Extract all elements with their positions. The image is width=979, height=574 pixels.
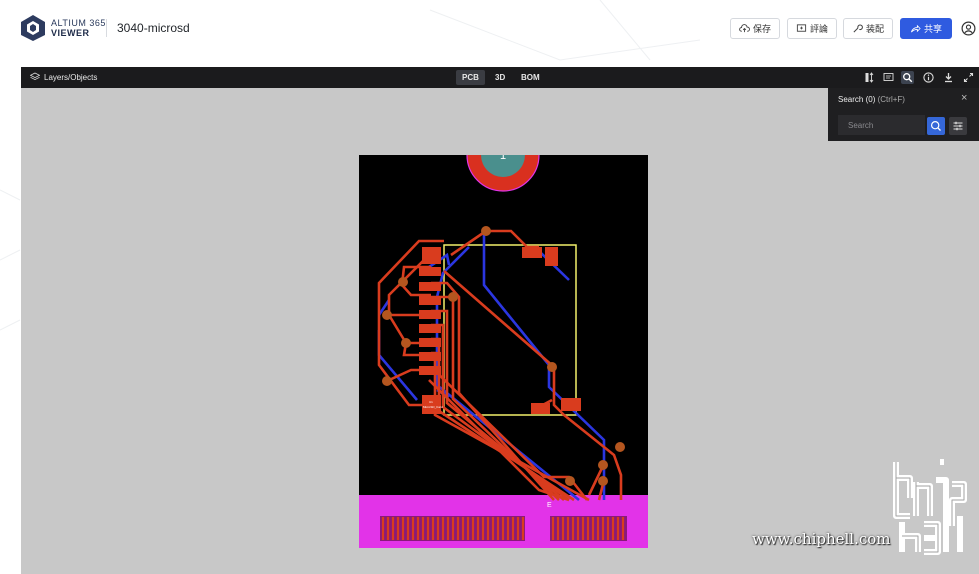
assembly-button-label: 装配 [865,24,884,34]
designator-label-1: U1 [429,400,433,404]
search-shortcut-hint: (Ctrl+F) [877,95,905,104]
save-button-label: 保存 [752,24,771,34]
brand-line-1: ALTIUM 365 [51,18,106,28]
altium-logo-icon [21,15,45,41]
search-submit-button[interactable] [927,117,945,135]
viewer-toolbar: Layers/Objects PCB 3D BOM [21,67,979,88]
save-button[interactable]: 保存 [730,18,780,39]
share-button-label: 共享 [923,24,942,34]
app-header: ALTIUM 365 VIEWER 3040-microsd 保存 評論 装配 … [0,0,979,58]
tab-bom[interactable]: BOM [515,70,546,85]
compare-icon[interactable] [863,71,876,84]
comment-icon [796,24,807,32]
comments-panel-icon[interactable] [882,71,895,84]
comment-marker-label: 1 [500,155,506,162]
download-icon[interactable] [942,71,955,84]
brand[interactable]: ALTIUM 365 VIEWER [20,14,106,42]
search-panel: Search (0) (Ctrl+F) × [828,88,979,141]
search-filter-button[interactable] [949,117,967,135]
watermark-text: www.chiphell.com [752,530,891,548]
comment-button-label: 評論 [809,24,828,34]
cloud-upload-icon [739,24,750,33]
edge-label: E [547,502,552,509]
layers-objects-button[interactable]: Layers/Objects [30,72,97,82]
search-input[interactable] [838,115,925,135]
designator-label-2: MicroSD_Card [423,405,443,409]
fullscreen-icon[interactable] [962,71,975,84]
search-panel-title: Search (0) (Ctrl+F) [838,95,905,104]
search-icon [930,120,941,131]
layers-icon [30,72,40,81]
brand-line-2: VIEWER [51,28,90,38]
search-panel-title-text: Search [838,95,864,104]
close-search-panel-icon[interactable]: × [961,92,967,104]
info-icon[interactable] [922,71,935,84]
tab-3d[interactable]: 3D [489,70,511,85]
layers-objects-label: Layers/Objects [44,72,98,82]
wrench-icon [853,24,863,33]
search-result-count: (0) [865,95,876,104]
pcb-canvas[interactable]: U1 MicroSD_Card E 1 [359,155,648,548]
search-toggle-icon[interactable] [901,71,914,84]
user-profile-icon[interactable] [961,21,976,36]
assembly-button[interactable]: 装配 [843,18,893,39]
document-title: 3040-microsd [117,21,190,35]
filter-sliders-icon [953,121,963,131]
header-divider [106,19,107,37]
share-button[interactable]: 共享 [900,18,952,39]
comment-button[interactable]: 評論 [787,18,837,39]
tab-pcb[interactable]: PCB [456,70,485,85]
share-icon [910,24,921,33]
edge-connector-pins [381,517,625,540]
